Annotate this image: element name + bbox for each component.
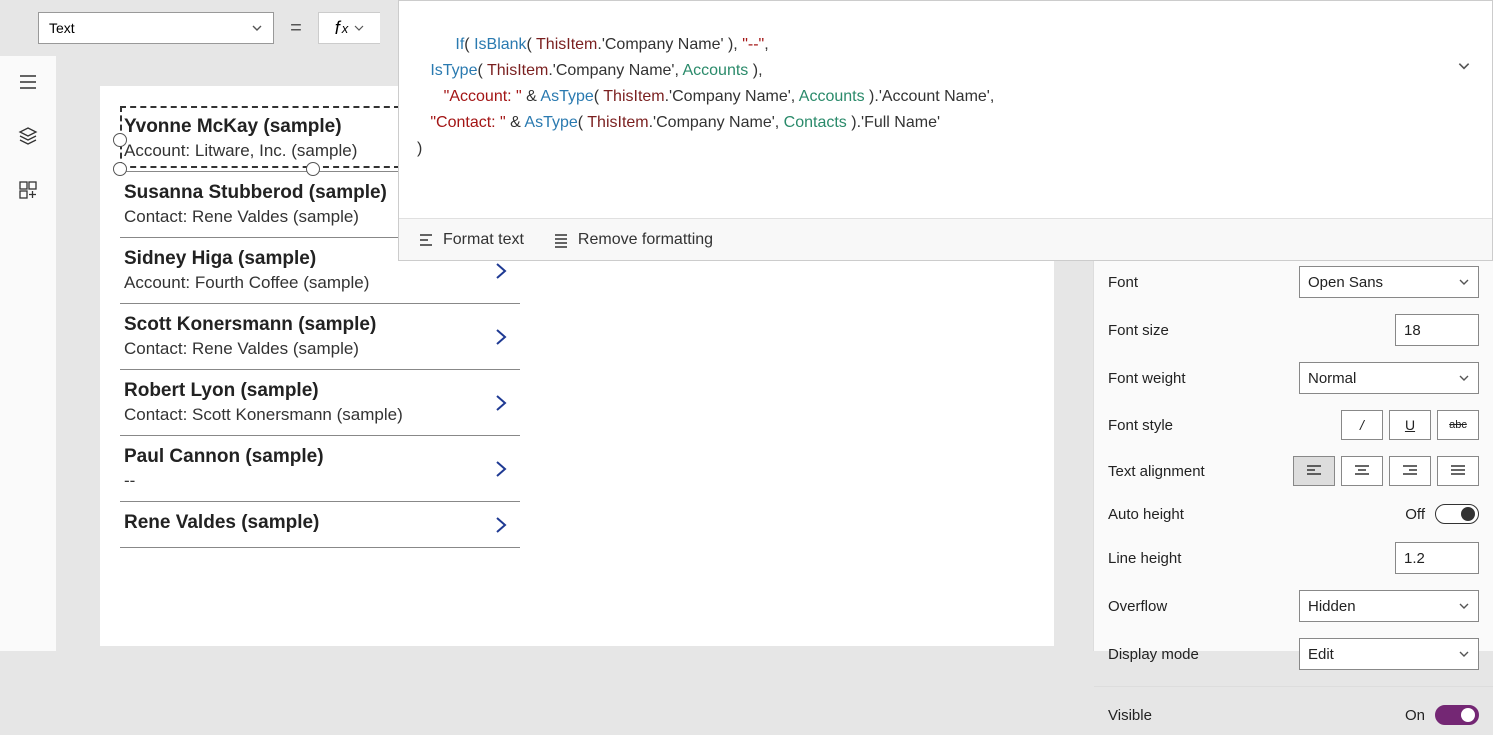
gallery-item-title: Paul Cannon (sample): [124, 446, 512, 468]
font-dropdown-value: Open Sans: [1308, 274, 1383, 291]
fontweight-dropdown[interactable]: Normal: [1299, 362, 1479, 394]
formula-code[interactable]: If( IsBlank( ThisItem.'Company Name' ), …: [399, 1, 1492, 218]
font-label: Font: [1108, 274, 1287, 291]
overflow-dropdown[interactable]: Hidden: [1299, 590, 1479, 622]
fontsize-label: Font size: [1108, 322, 1383, 339]
remove-format-icon: [552, 231, 570, 249]
gallery-item-subtitle: Contact: Scott Konersmann (sample): [124, 405, 512, 425]
font-dropdown[interactable]: Open Sans: [1299, 266, 1479, 298]
gallery-item[interactable]: Scott Konersmann (sample) Contact: Rene V…: [120, 304, 520, 370]
chevron-down-icon: [251, 22, 263, 34]
align-right-button[interactable]: [1389, 456, 1431, 486]
gallery-item[interactable]: Robert Lyon (sample) Contact: Scott Koner…: [120, 370, 520, 436]
displaymode-value: Edit: [1308, 646, 1334, 663]
remove-formatting-label: Remove formatting: [578, 231, 713, 249]
fontsize-input[interactable]: 18: [1395, 314, 1479, 346]
underline-button[interactable]: U: [1389, 410, 1431, 440]
chevron-right-icon[interactable]: [490, 458, 512, 480]
fontstyle-label: Font style: [1108, 417, 1329, 434]
left-rail: [0, 56, 56, 651]
lineheight-label: Line height: [1108, 550, 1383, 567]
gallery-item-subtitle: Contact: Rene Valdes (sample): [124, 339, 512, 359]
autoheight-state: Off: [1405, 506, 1425, 523]
align-group: [1293, 456, 1479, 486]
autoheight-toggle[interactable]: [1435, 504, 1479, 524]
format-icon: [417, 231, 435, 249]
insert-icon[interactable]: [18, 180, 38, 200]
align-label: Text alignment: [1108, 463, 1281, 480]
property-dropdown[interactable]: Text: [38, 12, 274, 44]
gallery-item[interactable]: Rene Valdes (sample): [120, 502, 520, 548]
format-text-button[interactable]: Format text: [417, 231, 524, 249]
chevron-right-icon[interactable]: [490, 514, 512, 536]
chevron-right-icon[interactable]: [490, 326, 512, 348]
align-center-button[interactable]: [1341, 456, 1383, 486]
overflow-value: Hidden: [1308, 598, 1356, 615]
remove-formatting-button[interactable]: Remove formatting: [552, 231, 713, 249]
displaymode-label: Display mode: [1108, 646, 1287, 663]
chevron-right-icon[interactable]: [490, 392, 512, 414]
chevron-down-icon: [1458, 648, 1470, 660]
equals-sign: =: [274, 17, 318, 40]
formula-expand-icon[interactable]: [1457, 9, 1484, 123]
align-left-button[interactable]: [1293, 456, 1335, 486]
selection-handle[interactable]: [113, 133, 127, 147]
visible-toggle[interactable]: [1435, 705, 1479, 725]
format-text-label: Format text: [443, 231, 524, 249]
hamburger-icon[interactable]: [18, 72, 38, 92]
gallery-item-title: Rene Valdes (sample): [124, 512, 512, 534]
chevron-down-icon: [354, 23, 364, 33]
chevron-down-icon: [1458, 600, 1470, 612]
overflow-label: Overflow: [1108, 598, 1287, 615]
chevron-down-icon: [1458, 372, 1470, 384]
fontweight-value: Normal: [1308, 370, 1356, 387]
formula-toolbar: Format text Remove formatting: [399, 218, 1492, 260]
formula-editor: If( IsBlank( ThisItem.'Company Name' ), …: [398, 0, 1493, 261]
gallery-item-title: Scott Konersmann (sample): [124, 314, 512, 336]
displaymode-dropdown[interactable]: Edit: [1299, 638, 1479, 670]
gallery-item-title: Robert Lyon (sample): [124, 380, 512, 402]
chevron-right-icon[interactable]: [490, 260, 512, 282]
italic-button[interactable]: /: [1341, 410, 1383, 440]
visible-label: Visible: [1108, 707, 1393, 724]
gallery-item[interactable]: Paul Cannon (sample) --: [120, 436, 520, 502]
gallery-item-subtitle: --: [124, 471, 512, 491]
autoheight-label: Auto height: [1108, 506, 1393, 523]
divider: [1094, 686, 1493, 687]
gallery-item-subtitle: Account: Fourth Coffee (sample): [124, 273, 512, 293]
property-dropdown-label: Text: [49, 20, 75, 36]
layers-icon[interactable]: [18, 126, 38, 146]
fontweight-label: Font weight: [1108, 370, 1287, 387]
strikethrough-button[interactable]: abc: [1437, 410, 1479, 440]
fontstyle-group: / U abc: [1341, 410, 1479, 440]
selection-handle[interactable]: [306, 162, 320, 176]
selection-handle[interactable]: [113, 162, 127, 176]
align-justify-button[interactable]: [1437, 456, 1479, 486]
fx-button[interactable]: fx: [318, 12, 380, 44]
visible-state: On: [1405, 707, 1425, 724]
lineheight-input[interactable]: 1.2: [1395, 542, 1479, 574]
chevron-down-icon: [1458, 276, 1470, 288]
